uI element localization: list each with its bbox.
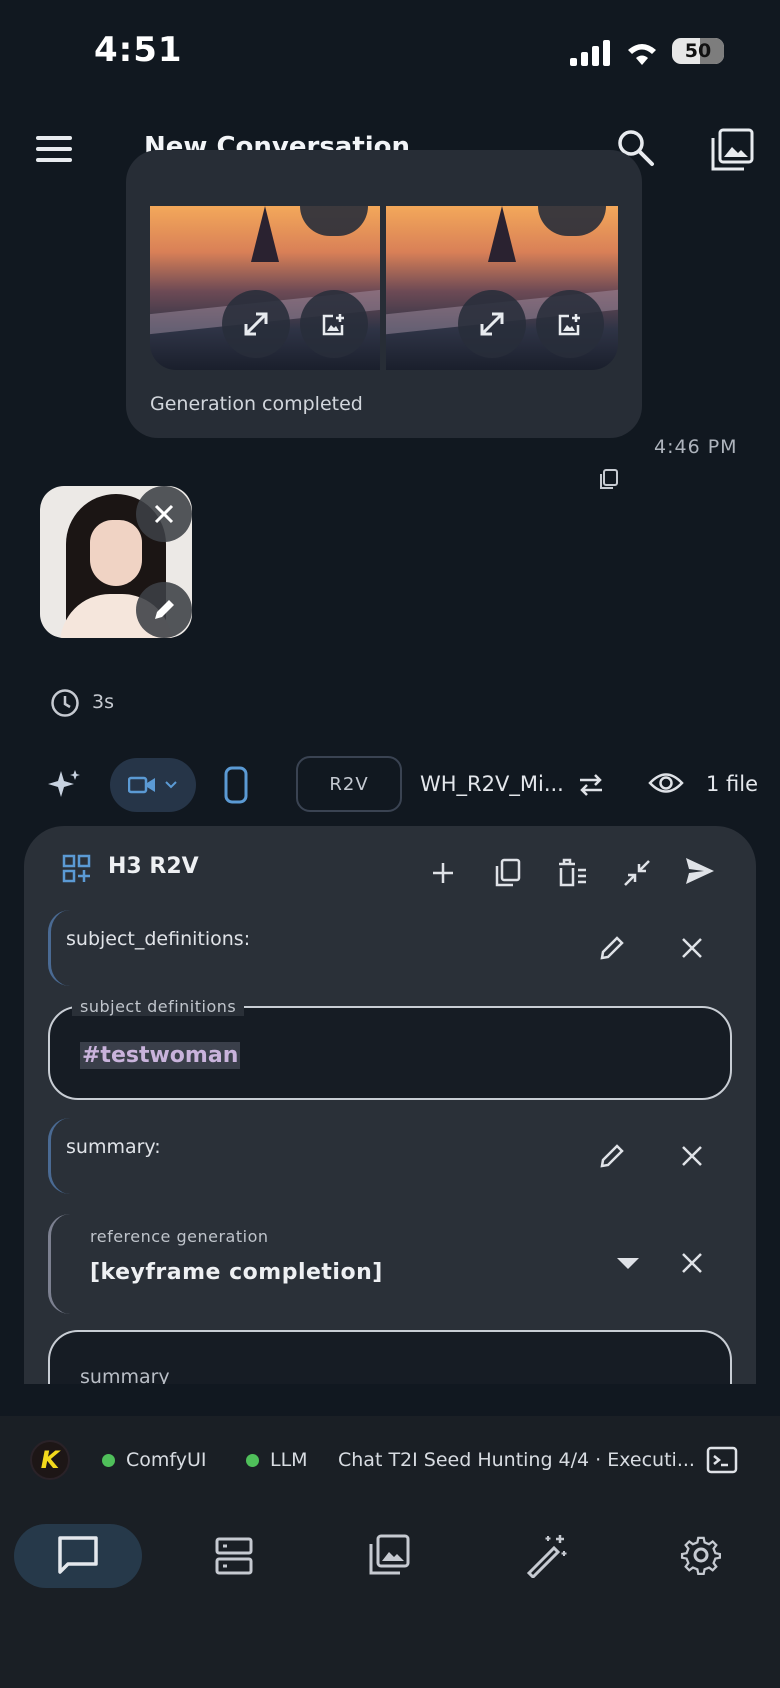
copy-icon[interactable]	[598, 468, 620, 490]
terminal-icon[interactable]	[706, 1446, 738, 1474]
aspect-ratio-portrait-icon[interactable]	[224, 766, 248, 804]
workflow-name[interactable]: WH_R2V_Mi...	[420, 772, 564, 796]
video-mode-selector[interactable]	[110, 758, 196, 812]
panel-clip	[0, 1384, 780, 1416]
close-icon	[154, 504, 174, 524]
storage-icon[interactable]	[214, 1536, 254, 1576]
magic-wand-icon[interactable]	[524, 1532, 570, 1578]
workflow-grid-icon	[62, 854, 92, 884]
chevron-down-icon	[165, 781, 177, 789]
field-label: subject definitions	[72, 997, 245, 1016]
subject-tag[interactable]: #testwoman	[80, 1042, 241, 1069]
menu-icon[interactable]	[36, 136, 76, 164]
llm-status[interactable]: LLM	[270, 1449, 308, 1471]
battery-level: 50	[684, 40, 712, 62]
expand-icon[interactable]	[458, 290, 526, 358]
gallery-nav-icon[interactable]	[368, 1534, 410, 1576]
comfyui-status[interactable]: ComfyUI	[126, 1449, 207, 1471]
reference-generation-label: reference generation	[90, 1227, 269, 1246]
duration-label: 3s	[92, 691, 114, 713]
send-icon[interactable]	[684, 856, 716, 886]
status-time: 4:51	[94, 30, 183, 70]
clear-list-icon[interactable]	[556, 858, 588, 888]
message-timestamp: 4:46 PM	[654, 436, 738, 458]
close-icon[interactable]	[680, 1251, 704, 1275]
dropdown-arrow-icon[interactable]	[616, 1256, 640, 1270]
expand-icon[interactable]	[222, 290, 290, 358]
swap-icon[interactable]	[578, 774, 604, 796]
add-photo-icon[interactable]	[536, 290, 604, 358]
eye-icon[interactable]	[648, 770, 684, 796]
remove-attachment-button[interactable]	[136, 486, 192, 542]
gallery-icon[interactable]	[710, 128, 754, 172]
settings-icon[interactable]	[680, 1534, 722, 1576]
battery-indicator: 50	[672, 38, 724, 64]
edit-attachment-button[interactable]	[136, 582, 192, 638]
reference-generation-value[interactable]: [keyframe completion]	[90, 1260, 383, 1285]
clock-icon	[50, 688, 80, 718]
generation-status: Generation completed	[150, 393, 363, 415]
close-icon[interactable]	[680, 936, 704, 960]
add-icon[interactable]	[430, 860, 456, 886]
comfyui-status-dot	[102, 1454, 115, 1467]
param-label-subject-definitions: subject_definitions:	[66, 928, 251, 950]
param-label-summary: summary:	[66, 1136, 161, 1158]
edit-icon[interactable]	[598, 934, 626, 962]
subject-definitions-field[interactable]: subject definitions #testwoman	[48, 997, 732, 1100]
panel-title: H3 R2V	[108, 854, 199, 879]
task-status[interactable]: Chat T2I Seed Hunting 4/4 · Executi...	[338, 1449, 695, 1471]
llm-status-dot	[246, 1454, 259, 1467]
signal-icon	[570, 40, 610, 66]
file-count[interactable]: 1 file	[706, 772, 758, 796]
close-icon[interactable]	[680, 1144, 704, 1168]
videocam-icon	[128, 776, 155, 794]
collapse-icon[interactable]	[622, 858, 652, 888]
chat-icon[interactable]	[56, 1534, 100, 1576]
app-logo: K	[30, 1440, 70, 1480]
edit-icon	[155, 600, 174, 619]
duplicate-icon[interactable]	[494, 858, 522, 888]
mode-chip-r2v[interactable]: R2V	[296, 756, 402, 812]
wifi-icon	[624, 38, 660, 66]
add-photo-icon[interactable]	[300, 290, 368, 358]
edit-icon[interactable]	[598, 1142, 626, 1170]
sparkle-icon[interactable]	[48, 768, 82, 802]
